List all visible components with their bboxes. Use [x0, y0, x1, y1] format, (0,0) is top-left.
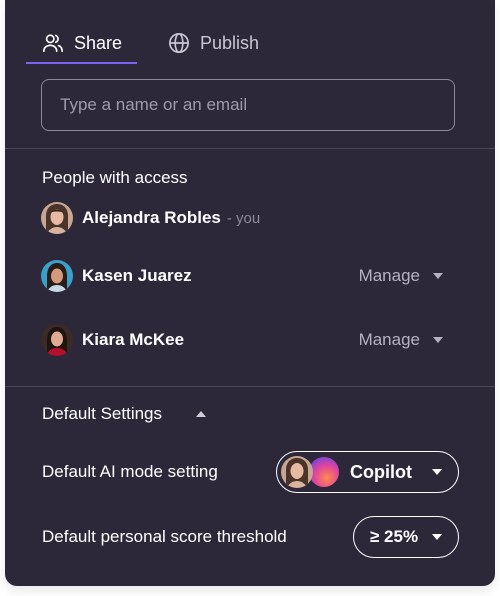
chevron-down-icon — [433, 273, 443, 279]
chevron-down-icon — [433, 337, 443, 343]
manage-label: Manage — [358, 330, 420, 349]
default-settings-toggle[interactable]: Default Settings — [42, 404, 207, 424]
avatar-kiara — [41, 324, 73, 356]
person-name: Kasen Juarez — [82, 266, 192, 285]
tab-bar: Share Publish — [26, 24, 446, 64]
search-field[interactable] — [41, 79, 455, 131]
avatar-kasen — [41, 260, 73, 292]
person-name: Kiara McKee — [82, 330, 185, 349]
person-row: Kiara McKee Manage — [41, 323, 455, 357]
person-row: Alejandra Robles - you — [41, 201, 455, 235]
threshold-dropdown[interactable]: ≥ 25% — [353, 516, 459, 558]
tab-publish-label: Publish — [200, 32, 260, 53]
divider — [5, 386, 495, 387]
share-panel: Share Publish People with access — [5, 0, 495, 586]
ai-mode-value: Copilot — [350, 461, 412, 482]
manage-dropdown[interactable]: Manage — [359, 323, 443, 357]
tab-publish[interactable]: Publish — [168, 24, 259, 62]
manage-label: Manage — [358, 266, 420, 285]
person-row: Kasen Juarez Manage — [41, 259, 455, 293]
person-you-tag: - you — [226, 209, 261, 227]
globe-icon — [169, 33, 189, 53]
threshold-value: ≥ 25% — [370, 527, 419, 546]
active-tab-indicator — [26, 62, 137, 64]
chevron-down-icon — [432, 469, 442, 475]
threshold-label: Default personal score threshold — [42, 527, 287, 546]
chevron-up-icon — [196, 411, 207, 417]
tab-share-label: Share — [74, 32, 123, 53]
person-name: Alejandra Robles — [82, 208, 221, 227]
avatar-user — [281, 456, 313, 488]
ai-mode-dropdown[interactable]: Copilot — [276, 451, 459, 493]
default-settings-title: Default Settings — [42, 404, 163, 423]
ai-mode-label: Default AI mode setting — [42, 462, 218, 481]
manage-dropdown[interactable]: Manage — [359, 259, 443, 293]
divider — [5, 148, 495, 149]
search-input[interactable] — [58, 94, 438, 116]
tab-share[interactable]: Share — [26, 24, 137, 62]
avatar-alejandra — [41, 202, 73, 234]
people-icon — [43, 34, 63, 53]
people-section-title: People with access — [42, 168, 188, 187]
chevron-down-icon — [432, 534, 442, 540]
